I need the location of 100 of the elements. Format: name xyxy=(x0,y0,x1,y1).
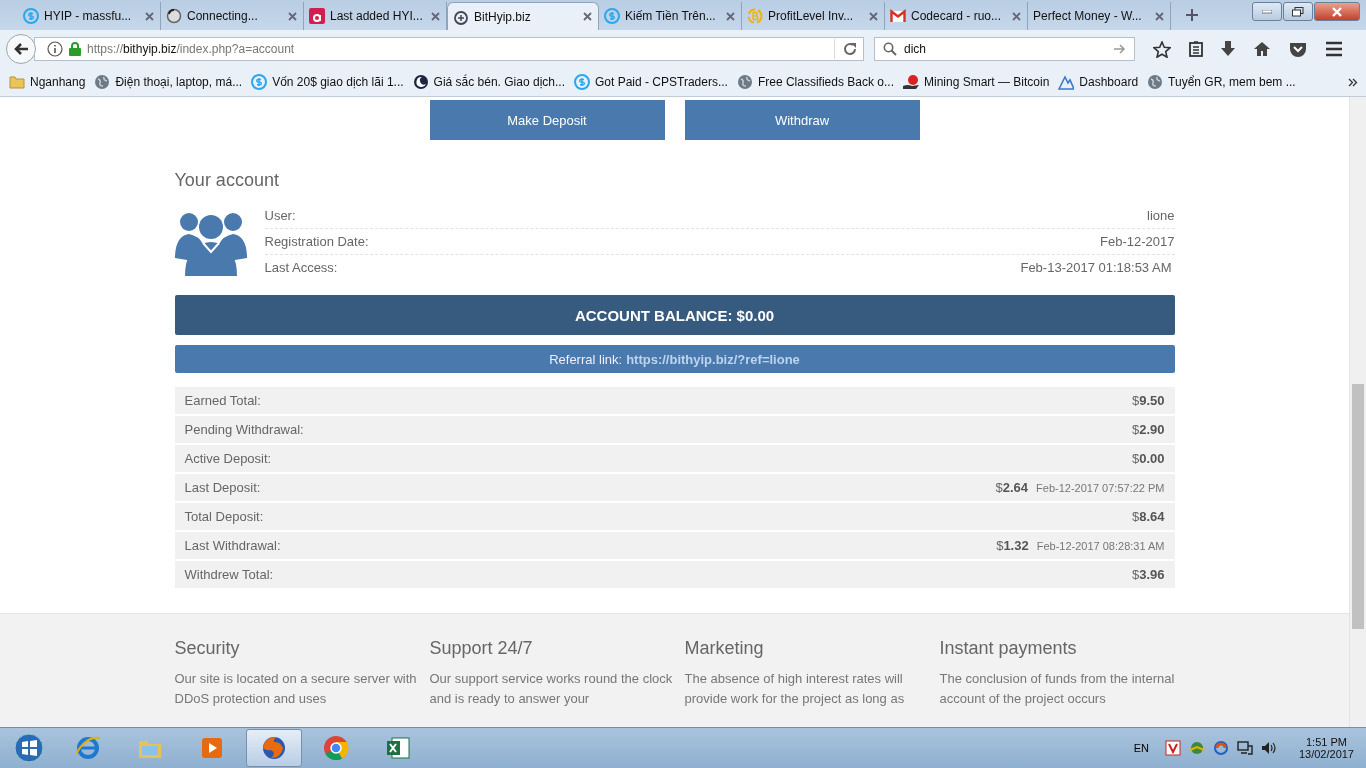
bookmark[interactable]: Mining Smart — Bitcoin xyxy=(903,74,1050,90)
dollar-icon xyxy=(23,8,39,24)
close-icon[interactable] xyxy=(725,10,736,22)
close-button[interactable] xyxy=(1314,2,1360,21)
referral-label: Referral link: xyxy=(549,351,623,367)
new-tab-icon[interactable] xyxy=(1185,8,1199,22)
star-icon[interactable] xyxy=(1153,40,1171,58)
antivirus-icon[interactable] xyxy=(1164,740,1181,756)
close-icon[interactable] xyxy=(1154,10,1165,22)
loading-icon xyxy=(166,8,182,24)
feature-text: The conclusion of funds from the internal account of the project occurs xyxy=(939,670,1176,708)
lock-icon xyxy=(69,42,81,56)
close-icon[interactable] xyxy=(144,10,155,22)
stat-date: Feb-12-2017 08:28:31 AM xyxy=(1036,540,1165,552)
globe-icon xyxy=(736,74,753,90)
bookmark[interactable]: Vốn 20$ giao dịch lãi 1... xyxy=(251,74,404,90)
stat-label: Earned Total: xyxy=(184,393,261,408)
close-icon[interactable] xyxy=(868,10,879,22)
feature-text: Our site is located on a secure server with DDoS protection and uses xyxy=(174,670,418,708)
search-field[interactable]: dich xyxy=(874,37,1135,61)
close-icon[interactable] xyxy=(287,10,298,22)
arrow-right-icon xyxy=(1114,44,1126,54)
stat-label: Last Withdrawal: xyxy=(184,538,281,553)
stat-label: Withdrew Total: xyxy=(184,567,274,582)
globe-icon xyxy=(1147,74,1164,90)
stat-amount: $0.00 xyxy=(1131,451,1165,466)
bookmark[interactable]: Free Classifieds Back o... xyxy=(736,74,894,90)
taskbar-button[interactable] xyxy=(246,729,302,767)
balance-banner: ACCOUNT BALANCE: $0.00 xyxy=(174,295,1175,335)
stat-label: Active Deposit: xyxy=(184,451,272,466)
moon-icon xyxy=(412,74,429,90)
stat-amount: $1.32 xyxy=(996,538,1029,553)
stat-label: Total Deposit: xyxy=(184,509,264,524)
back-arrow-icon xyxy=(13,42,29,56)
globe-icon xyxy=(94,74,111,90)
address-bar[interactable]: https://bithyip.biz/index.php?a=account xyxy=(34,37,864,61)
download-icon[interactable] xyxy=(1221,41,1235,57)
scrollbar[interactable] xyxy=(1349,97,1366,727)
home-icon[interactable] xyxy=(1253,41,1271,57)
search-icon xyxy=(883,42,897,56)
bookmark[interactable]: Dashboard xyxy=(1058,74,1139,90)
mountain-icon xyxy=(1058,74,1075,90)
stat-label: Last Deposit: xyxy=(184,480,261,495)
chrome-icon xyxy=(322,734,350,762)
back-button[interactable] xyxy=(6,34,36,64)
field-value: lione xyxy=(1147,208,1175,223)
minimize-icon xyxy=(1262,9,1272,14)
field-value: Feb-13-2017 01:18:53 AM xyxy=(1020,260,1172,275)
dollar-icon xyxy=(574,74,590,90)
bookmark[interactable]: Nganhang xyxy=(9,74,86,90)
folder-icon xyxy=(9,74,25,90)
close-icon xyxy=(1331,6,1343,17)
action-button[interactable]: Withdraw xyxy=(684,100,920,140)
stat-amount: $2.90 xyxy=(1131,422,1165,437)
mail-icon xyxy=(890,8,906,24)
letter-a-icon xyxy=(309,8,325,24)
browser-tab[interactable]: BitHyip.biz xyxy=(447,2,599,30)
stat-amount: $9.50 xyxy=(1131,393,1165,408)
menu-icon[interactable] xyxy=(1325,41,1343,57)
restore-icon xyxy=(1292,6,1304,17)
fox-globe-icon xyxy=(260,734,288,762)
close-icon[interactable] xyxy=(582,11,593,22)
feature-text: The absence of high interest rates will provide work for the project as long as xyxy=(684,670,906,708)
feature-title: Marketing xyxy=(684,638,765,659)
feature-title: Instant payments xyxy=(939,638,1078,659)
action-button[interactable]: Make Deposit xyxy=(429,100,665,140)
bookmark[interactable]: Got Paid - CPSTraders... xyxy=(574,74,728,90)
stat-label: Pending Withdrawal: xyxy=(184,422,304,437)
clock-date[interactable]: 13/02/2017 xyxy=(1298,748,1354,760)
feature-title: Support 24/7 xyxy=(429,638,534,659)
restore-button[interactable] xyxy=(1283,2,1313,21)
close-icon[interactable] xyxy=(430,10,441,22)
stat-amount: $3.96 xyxy=(1131,567,1165,582)
clock-time[interactable]: 1:51 PM xyxy=(1306,736,1347,748)
info-icon xyxy=(47,41,63,57)
bookmark[interactable]: Điện thoại, laptop, má... xyxy=(94,74,243,90)
dollar-icon xyxy=(604,8,620,24)
language-indicator[interactable]: EN xyxy=(1133,742,1149,754)
section-heading: Your account xyxy=(174,170,280,191)
spreadsheet-icon xyxy=(384,734,412,762)
stat-date: Feb-12-2017 07:57:22 PM xyxy=(1036,482,1165,494)
bookmark[interactable]: Giá sắc bén. Giao dịch... xyxy=(412,74,565,90)
clipboard-icon[interactable] xyxy=(1189,41,1203,57)
field-label: Registration Date: xyxy=(264,234,369,249)
monitor-icon[interactable] xyxy=(1236,740,1253,756)
close-icon[interactable] xyxy=(1011,10,1022,22)
feature-text: Our support service works round the clock and is ready to answer your xyxy=(429,670,674,708)
stat-amount: $2.64 xyxy=(995,480,1029,495)
chevron-icon[interactable] xyxy=(1348,78,1358,87)
speaker-icon[interactable] xyxy=(1260,740,1277,756)
bookmark[interactable]: Tuyển GR, mem bem ... xyxy=(1147,74,1296,90)
field-label: User: xyxy=(264,208,296,223)
field-label: Last Access: xyxy=(264,260,338,275)
feature-title: Security xyxy=(174,638,241,659)
browser-e-icon xyxy=(74,734,102,762)
bitcoin-icon xyxy=(747,8,763,24)
stat-amount: $8.64 xyxy=(1131,509,1165,524)
bitcoin-hand-icon xyxy=(903,74,919,90)
reload-icon[interactable] xyxy=(843,42,857,56)
pocket-icon[interactable] xyxy=(1289,41,1307,57)
